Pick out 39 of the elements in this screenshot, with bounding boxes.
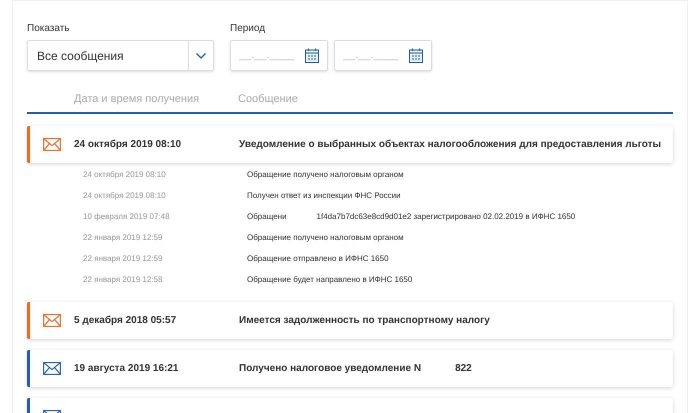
history-date: 22 января 2019 12:59 (83, 253, 164, 265)
history-message: Обращение получено налоговым органом (247, 232, 404, 244)
field-label: Показать (27, 22, 71, 36)
history-date: 24 октября 2019 08:10 (83, 169, 167, 181)
message-title: Имеется задолженность по транспортному налогу (239, 314, 490, 328)
envelope-icon (43, 138, 61, 150)
message-card[interactable]: 5 декабря 2018 05:57 Имеется задолженность по транспортному налогу (27, 302, 673, 338)
message-title: Уведомление о выбранных объектах налогообложения для предоставления льготы (239, 138, 662, 152)
dropdown-value: Все сообщения (36, 48, 125, 64)
column-header: Сообщение (238, 92, 298, 107)
message-date: 5 декабря 2018 05:57 (74, 314, 178, 328)
message-title: Получено налоговое уведомление N (239, 362, 422, 376)
history-date: 24 октября 2019 08:10 (83, 190, 167, 202)
date-field[interactable]: __.__.____ (230, 40, 328, 71)
message-card[interactable]: 24 октября 2019 08:10 Уведомление о выбранных объектах налогообложения для предоставления льготы (27, 126, 673, 162)
history-date: 22 января 2019 12:59 (83, 232, 164, 244)
chevron-down-icon (196, 52, 206, 58)
history-message: Получен ответ из инспекции ФНС России (247, 190, 401, 202)
history-date: 22 января 2019 12:58 (83, 274, 164, 286)
show-dropdown[interactable]: Все сообщения (27, 40, 214, 71)
column-header: Дата и время получения (74, 92, 200, 107)
message-card[interactable]: 19 августа 2019 16:21 Получено налоговое уведомление N 822 (27, 350, 673, 386)
history-message: 1f4da7b7dc63e8cd9d01e2 зарегистрировано 02.02.2019 в ИФНС 1650 (316, 211, 576, 223)
history-message: Обращение получено налоговым органом (247, 169, 404, 181)
envelope-icon (43, 362, 61, 374)
history-message: Обращение будет направлено в ИФНС 1650 (247, 274, 412, 286)
date-field[interactable]: __.__.____ (334, 40, 432, 71)
message-date: 19 августа 2019 16:21 (74, 362, 180, 376)
date-input[interactable]: __.__.____ (239, 47, 294, 64)
envelope-icon (43, 314, 61, 326)
history-message: Обращение отправлено в ИФНС 1650 (247, 253, 389, 265)
message-title: 822 (455, 362, 472, 376)
date-input[interactable]: __.__.____ (343, 47, 398, 64)
calendar-icon (409, 48, 423, 63)
history-message: Обращени (247, 211, 287, 223)
field-label: Период (230, 22, 266, 36)
calendar-icon (305, 48, 319, 63)
history-date: 10 февраля 2019 07:48 (83, 211, 171, 223)
message-date: 24 октября 2019 08:10 (74, 138, 182, 152)
